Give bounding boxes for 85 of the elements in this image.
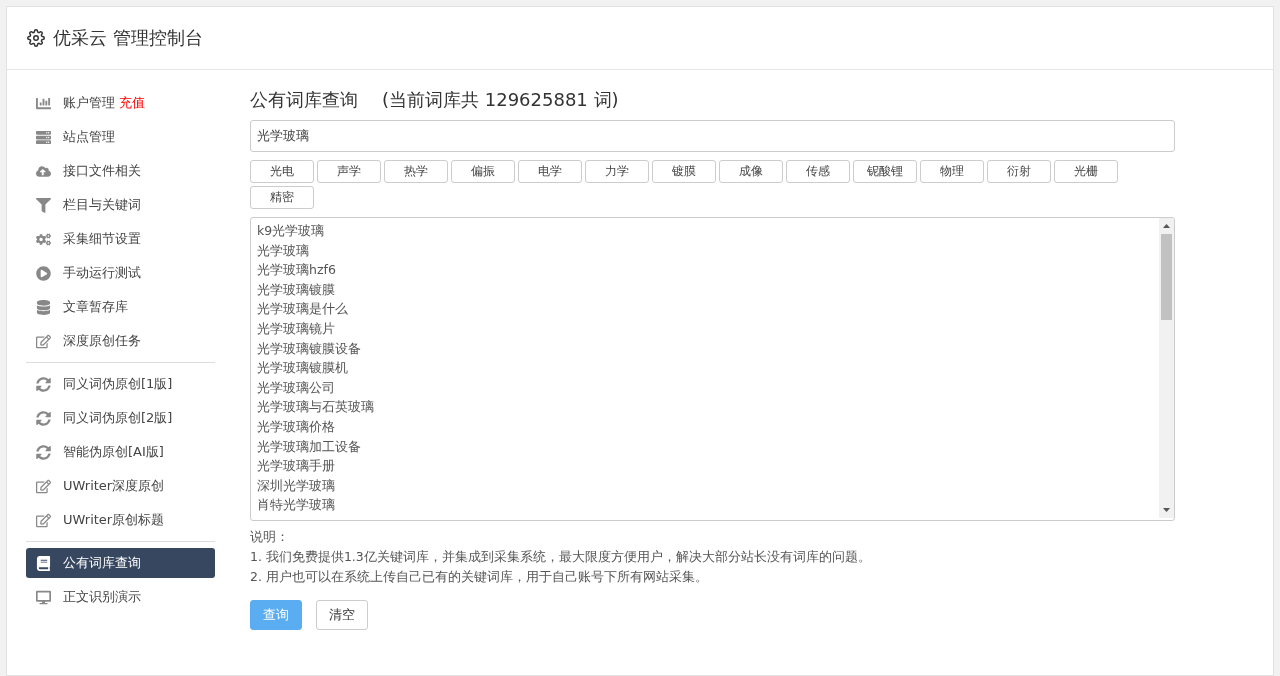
- sidebar-label: 账户管理: [63, 94, 115, 112]
- result-item[interactable]: 光学玻璃镀膜设备: [257, 338, 1153, 359]
- sidebar-item[interactable]: 账户管理 充值: [26, 88, 215, 118]
- sidebar-item[interactable]: 公有词库查询: [26, 548, 215, 578]
- database-icon: [36, 299, 51, 315]
- bar-chart-icon: [36, 95, 51, 111]
- sidebar-item[interactable]: 接口文件相关: [26, 156, 215, 186]
- refresh-icon: [36, 410, 51, 426]
- sidebar-label: 同义词伪原创[1版]: [63, 375, 173, 393]
- category-button[interactable]: 物理: [920, 160, 984, 183]
- sidebar-item[interactable]: 正文识别演示: [26, 582, 215, 612]
- search-field[interactable]: 光学玻璃: [250, 120, 1175, 152]
- result-item[interactable]: 光学玻璃镜片: [257, 318, 1153, 339]
- sidebar-item[interactable]: 栏目与关键词: [26, 190, 215, 220]
- sidebar-label: 站点管理: [63, 128, 115, 146]
- category-button[interactable]: 镀膜: [652, 160, 716, 183]
- scrollbar-drawing[interactable]: [1159, 218, 1174, 518]
- category-button[interactable]: 力学: [585, 160, 649, 183]
- sidebar-item[interactable]: 采集细节设置: [26, 224, 215, 254]
- category-button[interactable]: 声学: [317, 160, 381, 183]
- notes-title: 说明：: [250, 529, 290, 546]
- category-button[interactable]: 衍射: [987, 160, 1051, 183]
- word-count: (当前词库共 129625881 词): [382, 88, 619, 112]
- sidebar-item[interactable]: 智能伪原创[AI版]: [26, 437, 215, 467]
- sidebar-item[interactable]: UWriter原创标题: [26, 505, 215, 535]
- category-button[interactable]: 热学: [384, 160, 448, 183]
- category-button[interactable]: 偏振: [451, 160, 515, 183]
- sidebar-label: 公有词库查询: [63, 554, 141, 572]
- filter-icon: [36, 197, 51, 213]
- category-button[interactable]: 光电: [250, 160, 314, 183]
- book-icon: [36, 555, 51, 571]
- page-title: 公有词库查询: [250, 88, 358, 112]
- recharge-link[interactable]: 充值: [119, 94, 145, 112]
- sidebar-label: UWriter原创标题: [63, 511, 165, 529]
- play-icon: [36, 265, 51, 281]
- edit-icon: [36, 478, 51, 494]
- result-item[interactable]: 光学玻璃是什么: [257, 299, 1153, 319]
- note-text: 2. 用户也可以在系统上传自己已有的关键词库，用于自己账号下所有网站采集。: [250, 569, 709, 586]
- result-item[interactable]: 光学玻璃加工设备: [257, 436, 1153, 457]
- result-item[interactable]: 光学玻璃: [257, 240, 1153, 261]
- result-item[interactable]: 光学玻璃手册: [257, 456, 1153, 476]
- console-title: 优采云 管理控制台: [53, 26, 203, 50]
- category-button[interactable]: 传感: [786, 160, 850, 183]
- result-item[interactable]: 光学玻璃镀膜机: [257, 358, 1153, 378]
- result-item[interactable]: 深圳光学玻璃: [257, 475, 1153, 496]
- category-button[interactable]: 精密: [250, 186, 314, 209]
- sidebar-label: 同义词伪原创[2版]: [63, 409, 173, 427]
- sidebar-item[interactable]: 文章暂存库: [26, 292, 215, 322]
- result-item[interactable]: 光学玻璃hzf6: [257, 260, 1153, 280]
- sidebar-label: 栏目与关键词: [63, 196, 141, 214]
- sidebar-label: 正文识别演示: [63, 588, 141, 606]
- result-item[interactable]: k9光学玻璃: [257, 221, 1153, 241]
- sidebar-label: 手动运行测试: [63, 264, 141, 282]
- server-icon: [36, 129, 51, 145]
- sidebar-item[interactable]: 同义词伪原创[1版]: [26, 369, 215, 399]
- sidebar-label: 接口文件相关: [63, 162, 141, 180]
- monitor-icon: [36, 589, 51, 605]
- settings-icon: [27, 29, 45, 47]
- cloud-upload-icon: [36, 163, 51, 179]
- edit-icon: [36, 512, 51, 528]
- sidebar-item[interactable]: 手动运行测试: [26, 258, 215, 288]
- result-item[interactable]: 光学玻璃价格: [257, 416, 1153, 437]
- result-item[interactable]: 光学玻璃镀膜: [257, 279, 1153, 300]
- sidebar-label: 文章暂存库: [63, 298, 128, 316]
- sidebar-label: 采集细节设置: [63, 230, 141, 248]
- refresh-icon: [36, 444, 51, 460]
- clear-button[interactable]: 清空: [316, 600, 368, 630]
- category-button[interactable]: 铌酸锂: [853, 160, 917, 183]
- note-text: 1. 我们免费提供1.3亿关键词库，并集成到采集系统，最大限度方便用户，解决大部分站长没有词库的问题。: [250, 549, 872, 566]
- sidebar-label: 深度原创任务: [63, 332, 141, 350]
- sidebar-item[interactable]: UWriter深度原创: [26, 471, 215, 501]
- sidebar-label: UWriter深度原创: [63, 477, 165, 495]
- category-button[interactable]: 电学: [518, 160, 582, 183]
- category-button[interactable]: 光栅: [1054, 160, 1118, 183]
- edit-icon: [36, 333, 51, 349]
- refresh-icon: [36, 376, 51, 392]
- result-item[interactable]: 光学玻璃与石英玻璃: [257, 397, 1153, 417]
- sidebar-item[interactable]: 同义词伪原创[2版]: [26, 403, 215, 433]
- result-item[interactable]: 光学玻璃公司: [257, 377, 1153, 398]
- sidebar-label: 智能伪原创[AI版]: [63, 443, 164, 461]
- sidebar-item[interactable]: 站点管理: [26, 122, 215, 152]
- category-button[interactable]: 成像: [719, 160, 783, 183]
- gears-icon: [36, 231, 51, 247]
- result-item[interactable]: 肖特光学玻璃: [257, 495, 1153, 515]
- sidebar-item[interactable]: 深度原创任务: [26, 326, 215, 356]
